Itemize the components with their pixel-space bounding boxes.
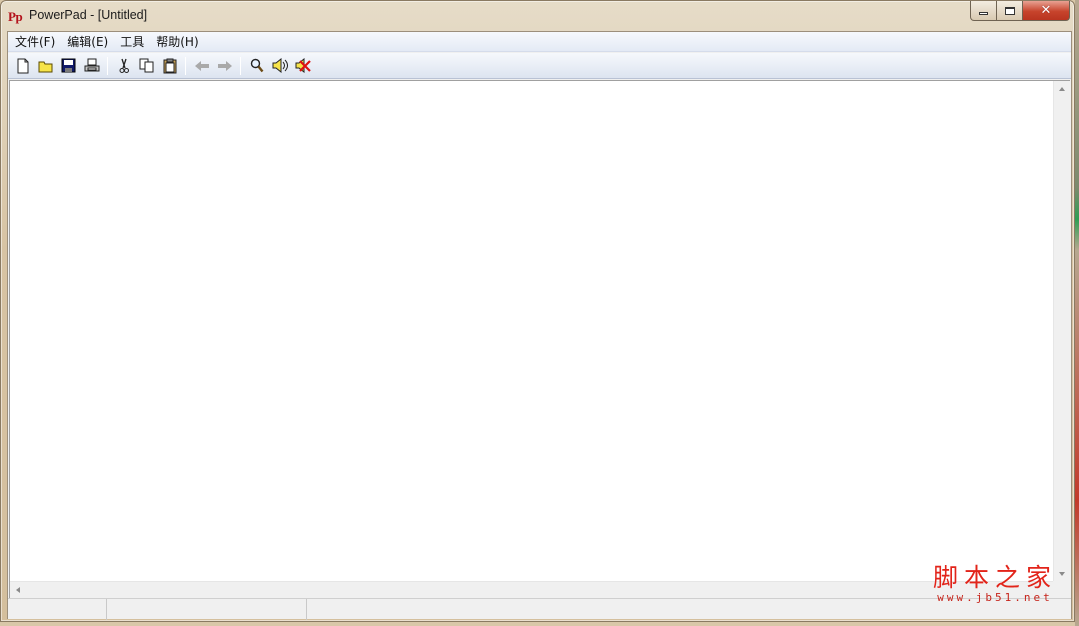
undo-arrow-icon xyxy=(194,60,209,71)
menu-help[interactable]: 帮助(H) xyxy=(151,32,205,52)
scroll-down-icon[interactable] xyxy=(1059,572,1065,576)
watermark-url: www.jb51.net xyxy=(937,591,1053,604)
minimize-button[interactable] xyxy=(970,1,997,21)
print-icon xyxy=(84,58,99,72)
status-pane-2 xyxy=(107,599,307,620)
close-icon: ✕ xyxy=(1040,3,1052,18)
menu-edit[interactable]: 编辑(E) xyxy=(62,32,115,52)
minimize-icon xyxy=(979,12,988,15)
new-button[interactable] xyxy=(11,55,34,77)
vertical-scrollbar[interactable] xyxy=(1053,81,1070,582)
paste-icon xyxy=(163,58,176,73)
window-controls: ✕ xyxy=(970,1,1070,21)
stop-speak-icon xyxy=(295,58,311,73)
open-folder-icon xyxy=(38,61,52,72)
toolbar xyxy=(8,53,1071,79)
toolbar-separator xyxy=(107,56,108,75)
maximize-icon xyxy=(1004,6,1015,15)
find-icon xyxy=(250,58,263,73)
menu-file[interactable]: 文件(F) xyxy=(10,32,62,52)
undo-button[interactable] xyxy=(190,55,213,77)
background-desktop-strip xyxy=(1075,0,1079,626)
client-area: 文件(F) 编辑(E) 工具 帮助(H) xyxy=(7,31,1072,620)
paste-button[interactable] xyxy=(158,55,181,77)
print-button[interactable] xyxy=(80,55,103,77)
powerpad-window: Pp PowerPad - [Untitled] ✕ 文件(F) 编辑(E) 工… xyxy=(0,0,1075,622)
stop-speak-button[interactable] xyxy=(291,55,314,77)
maximize-button[interactable] xyxy=(997,1,1023,21)
open-button[interactable] xyxy=(34,55,57,77)
watermark-logo: 脚本之家 xyxy=(932,563,1057,592)
status-pane-1 xyxy=(8,599,107,620)
app-icon[interactable]: Pp xyxy=(8,9,23,25)
save-button[interactable] xyxy=(57,55,80,77)
copy-button[interactable] xyxy=(135,55,158,77)
scroll-up-icon[interactable] xyxy=(1059,87,1065,91)
menu-bar: 文件(F) 编辑(E) 工具 帮助(H) xyxy=(8,32,1071,52)
toolbar-separator xyxy=(240,56,241,75)
copy-icon xyxy=(139,58,154,73)
save-icon xyxy=(61,58,76,73)
speak-button[interactable] xyxy=(268,55,291,77)
text-editor[interactable] xyxy=(9,80,1070,598)
speak-icon xyxy=(272,58,288,73)
cut-button[interactable] xyxy=(112,55,135,77)
redo-arrow-icon xyxy=(217,60,232,71)
close-button[interactable]: ✕ xyxy=(1023,1,1070,21)
menu-tools[interactable]: 工具 xyxy=(115,32,151,52)
toolbar-separator xyxy=(185,56,186,75)
watermark: 脚本之家 www.jb51.net xyxy=(933,564,1057,604)
horizontal-scrollbar[interactable] xyxy=(10,581,1054,598)
title-bar[interactable]: Pp PowerPad - [Untitled] ✕ xyxy=(1,1,1074,31)
new-file-icon xyxy=(17,58,28,73)
redo-button[interactable] xyxy=(213,55,236,77)
status-bar xyxy=(8,598,1071,620)
cut-icon xyxy=(119,58,129,73)
scroll-left-icon[interactable] xyxy=(16,587,20,593)
find-button[interactable] xyxy=(245,55,268,77)
window-title: PowerPad - [Untitled] xyxy=(29,8,148,22)
